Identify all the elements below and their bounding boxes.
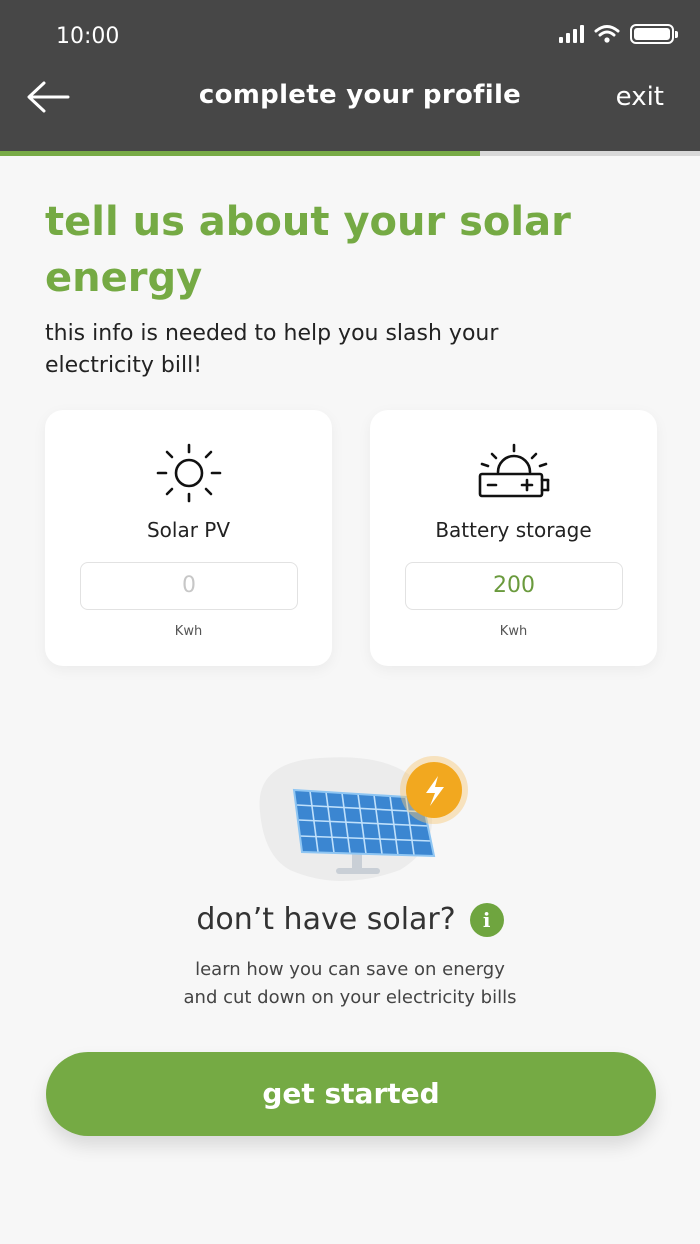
solar-pv-unit: Kwh xyxy=(174,624,203,639)
status-icons xyxy=(559,24,678,44)
section-heading: tell us about your solar energy xyxy=(45,199,571,301)
signal-icon xyxy=(559,25,584,43)
no-solar-row: don’t have solar? i xyxy=(0,902,700,937)
section-subtext: this info is needed to help you slash yo… xyxy=(45,321,499,378)
battery-icon xyxy=(630,24,678,44)
page-title: complete your profile xyxy=(198,80,522,110)
progress-fill xyxy=(0,151,480,156)
battery-storage-input[interactable]: 200 xyxy=(405,562,623,610)
solar-pv-card: Solar PV 0 Kwh xyxy=(45,410,332,666)
battery-storage-label: Battery storage xyxy=(435,518,592,542)
solar-panel-illustration xyxy=(259,756,468,881)
solar-pv-label: Solar PV xyxy=(146,518,231,542)
no-solar-description-text: learn how you can save on energy and cut … xyxy=(183,959,517,1008)
info-icon[interactable]: i xyxy=(469,902,504,937)
exit-button[interactable]: exit xyxy=(616,82,664,112)
top-bar: 10:00 complete your profile exit xyxy=(0,0,700,152)
get-started-button[interactable]: get started xyxy=(46,1052,656,1136)
sun-icon xyxy=(156,443,221,503)
solar-battery-icon xyxy=(478,443,549,498)
solar-pv-input[interactable]: 0 xyxy=(80,562,298,610)
no-solar-title: don’t have solar? xyxy=(196,902,456,937)
progress-bar xyxy=(0,151,700,156)
battery-storage-card: Battery storage 200 Kwh xyxy=(370,410,657,666)
battery-storage-unit: Kwh xyxy=(499,624,528,639)
status-time: 10:00 xyxy=(56,24,120,49)
wifi-icon xyxy=(594,25,620,43)
no-solar-description: learn how you can save on energy and cut … xyxy=(0,956,700,1012)
